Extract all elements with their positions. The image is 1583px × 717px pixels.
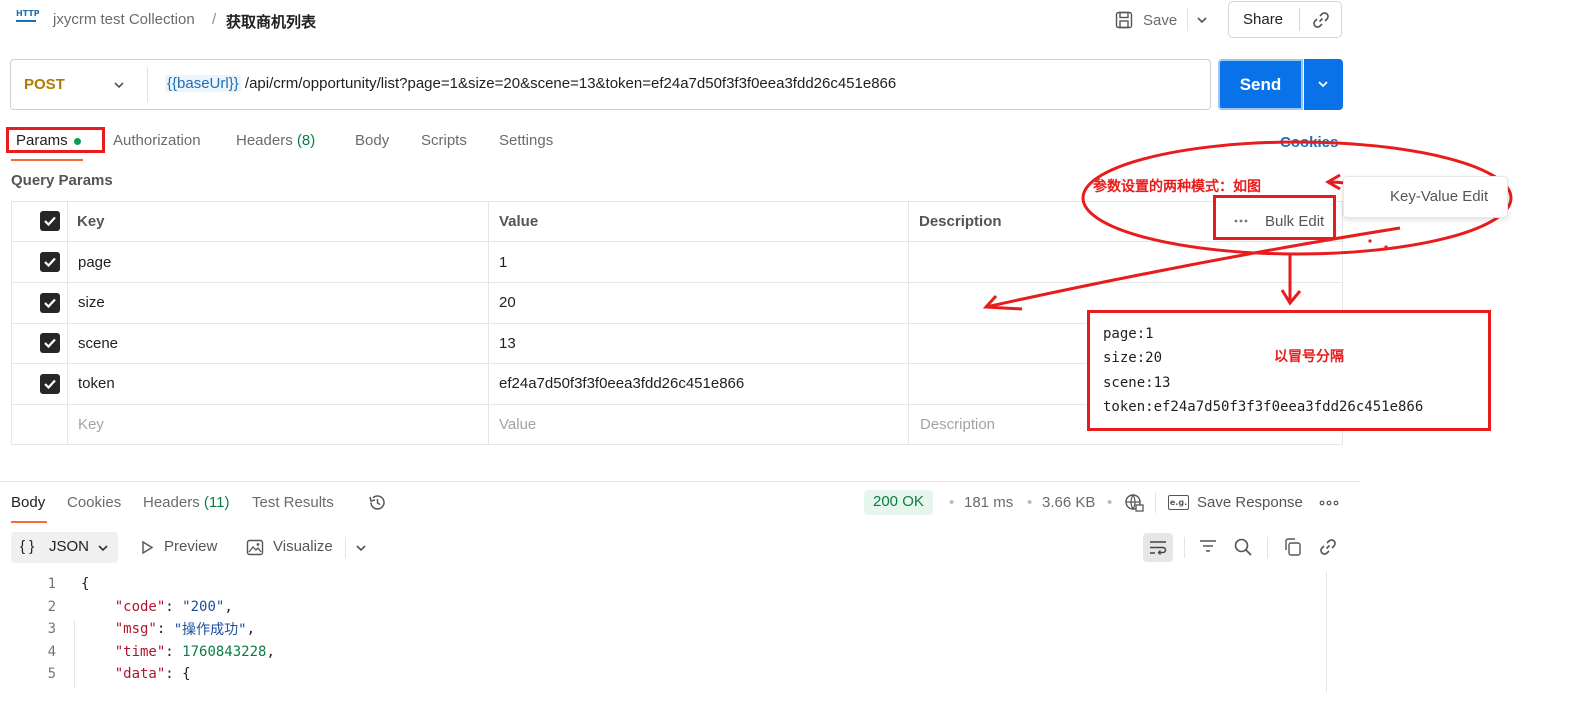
save-response-button[interactable]: Save Response bbox=[1197, 494, 1303, 511]
link-icon[interactable] bbox=[1318, 537, 1338, 557]
code-token: "操作成功" bbox=[173, 622, 247, 639]
braces-icon: { } bbox=[20, 538, 35, 555]
annotation-arrow bbox=[985, 226, 1401, 309]
stat-separator-dot: • bbox=[949, 494, 955, 511]
response-divider bbox=[0, 481, 1360, 482]
code-line: 1{ bbox=[36, 573, 1316, 596]
toolbar-divider bbox=[1155, 492, 1156, 513]
toolbar-divider bbox=[1184, 537, 1185, 558]
toolbar-divider bbox=[345, 537, 346, 558]
copy-icon[interactable] bbox=[1283, 537, 1303, 557]
code-token: "time" bbox=[114, 643, 166, 660]
code-token: { bbox=[81, 576, 90, 593]
line-number: 5 bbox=[47, 666, 56, 683]
code-line: 5 "data": { bbox=[36, 663, 1316, 686]
response-tab-body[interactable]: Body bbox=[11, 494, 45, 511]
image-icon bbox=[246, 539, 264, 556]
annotation-note-modes: 参数设置的两种模式：如图 bbox=[1093, 178, 1261, 194]
body-tab-indicator bbox=[11, 521, 47, 523]
bulk-edit-line: scene:13 bbox=[1103, 375, 1171, 391]
filter-icon[interactable] bbox=[1198, 538, 1218, 556]
bulk-edit-line: page:1 bbox=[1103, 326, 1154, 342]
stat-separator-dot: • bbox=[1027, 494, 1033, 511]
response-time[interactable]: 181 ms bbox=[964, 494, 1013, 511]
code-token: "code" bbox=[114, 598, 166, 615]
more-options-icon[interactable] bbox=[1319, 498, 1339, 508]
code-token: , bbox=[224, 598, 233, 615]
code-token: : bbox=[165, 598, 183, 615]
network-globe-icon[interactable] bbox=[1123, 492, 1145, 514]
toolbar-divider bbox=[1267, 537, 1268, 558]
line-number: 4 bbox=[47, 643, 56, 660]
history-icon[interactable] bbox=[367, 492, 388, 513]
annotation-dot bbox=[1384, 245, 1388, 249]
wrap-lines-button[interactable] bbox=[1143, 533, 1173, 562]
line-number: 2 bbox=[47, 598, 56, 615]
line-number: 3 bbox=[47, 621, 56, 638]
code-line: 4 "time": 1760843228, bbox=[36, 641, 1316, 664]
response-tab-cookies[interactable]: Cookies bbox=[67, 494, 121, 511]
code-token: , bbox=[246, 621, 256, 638]
bulk-edit-button[interactable]: Bulk Edit bbox=[1265, 213, 1324, 230]
bulk-edit-line: size:20 bbox=[1103, 350, 1163, 366]
bulk-edit-line: token:ef24a7d50f3f3f0eea3fdd26c451e866 bbox=[1103, 399, 1424, 415]
line-number: 1 bbox=[47, 576, 56, 593]
search-icon[interactable] bbox=[1233, 537, 1253, 557]
code-line: 2 "code": "200", bbox=[36, 596, 1316, 619]
code-token: : { bbox=[165, 666, 191, 683]
key-value-edit-option[interactable]: Key-Value Edit bbox=[1390, 188, 1488, 205]
code-token: 1760843228 bbox=[182, 643, 267, 660]
code-line: 3 "msg": "操作成功", bbox=[36, 618, 1316, 641]
code-token: "data" bbox=[114, 666, 166, 683]
preview-button[interactable]: Preview bbox=[164, 538, 217, 555]
code-token: , bbox=[266, 643, 275, 660]
stat-separator-dot: • bbox=[1107, 494, 1113, 511]
code-token: : bbox=[165, 643, 183, 660]
visualize-button[interactable]: Visualize bbox=[273, 538, 333, 555]
response-tab-headers[interactable]: Headers (11) bbox=[143, 494, 229, 511]
code-token: "msg" bbox=[114, 621, 157, 638]
example-icon: e.g. bbox=[1168, 495, 1189, 510]
format-chevron-down-icon bbox=[98, 545, 108, 552]
format-label: JSON bbox=[49, 538, 90, 555]
code-token: : bbox=[156, 621, 174, 638]
code-scrollbar-track[interactable] bbox=[1326, 572, 1327, 692]
status-badge[interactable]: 200 OK bbox=[864, 490, 933, 515]
response-code-viewer[interactable]: 1{2 "code": "200", 3 "msg": "操作成功", 4 "tim… bbox=[36, 573, 1316, 691]
visualize-chevron-down-icon[interactable] bbox=[354, 541, 368, 555]
annotation-note-colon: 以冒号分隔 bbox=[1274, 348, 1344, 364]
code-token: "200" bbox=[182, 598, 225, 615]
response-size[interactable]: 3.66 KB bbox=[1042, 494, 1095, 511]
annotation-dot bbox=[1368, 239, 1372, 243]
response-tab-test-results[interactable]: Test Results bbox=[252, 494, 334, 511]
wrap-lines-icon bbox=[1150, 541, 1167, 555]
play-icon bbox=[142, 540, 154, 555]
more-dots-icon[interactable] bbox=[1233, 216, 1249, 226]
